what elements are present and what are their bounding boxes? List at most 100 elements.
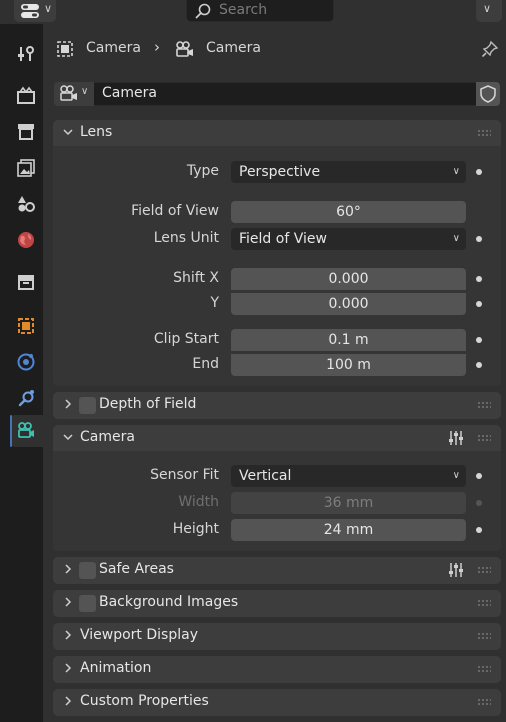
properties-editor-icon bbox=[21, 4, 39, 18]
tab-view-layer[interactable] bbox=[10, 152, 43, 184]
output-icon bbox=[18, 124, 34, 140]
chevron-right-icon bbox=[65, 696, 72, 706]
chevron-right-icon bbox=[65, 663, 72, 673]
safe-areas-checkbox[interactable] bbox=[79, 562, 96, 579]
scene-icon bbox=[18, 196, 35, 212]
animation-panel[interactable]: Animation bbox=[53, 656, 501, 683]
clip-start-field[interactable]: 0.1 m bbox=[231, 329, 466, 351]
world-icon bbox=[18, 232, 34, 248]
background-images-panel-header[interactable]: Background Images bbox=[53, 590, 501, 616]
sensor-fit-label: Sensor Fit bbox=[150, 467, 219, 483]
safe-areas-panel[interactable]: Safe Areas bbox=[53, 557, 501, 584]
tab-constraints[interactable] bbox=[10, 382, 43, 414]
animation-panel-header[interactable]: Animation bbox=[53, 656, 501, 682]
clip-start-label: Clip Start bbox=[153, 331, 219, 347]
datablock-browse-button[interactable]: ∨ bbox=[54, 82, 94, 106]
panel-title: Custom Properties bbox=[80, 693, 209, 709]
panel-title: Background Images bbox=[99, 594, 239, 610]
chevron-down-icon: ∨ bbox=[452, 233, 460, 244]
keyframe-dot[interactable] bbox=[476, 301, 482, 307]
drag-handle-icon[interactable] bbox=[477, 632, 491, 640]
chevron-right-icon bbox=[65, 597, 72, 607]
keyframe-dot bbox=[476, 500, 482, 506]
custom-properties-panel-header[interactable]: Custom Properties bbox=[53, 689, 501, 715]
breadcrumb-data: Camera bbox=[206, 40, 261, 56]
datablock-name-field[interactable]: Camera bbox=[94, 82, 476, 106]
keyframe-dot[interactable] bbox=[476, 236, 482, 242]
dof-panel[interactable]: Depth of Field bbox=[53, 392, 501, 419]
tab-scene[interactable] bbox=[10, 188, 43, 220]
clip-end-label: End bbox=[192, 356, 219, 372]
properties-tab-strip bbox=[0, 24, 43, 722]
shift-x-label: Shift X bbox=[173, 270, 219, 286]
chevron-right-icon: › bbox=[154, 38, 160, 56]
drag-handle-icon[interactable] bbox=[477, 665, 491, 673]
tab-tool[interactable] bbox=[10, 38, 43, 70]
chevron-down-icon: ∨ bbox=[483, 2, 492, 15]
render-icon bbox=[17, 86, 35, 104]
shield-icon bbox=[480, 85, 496, 103]
drag-handle-icon[interactable] bbox=[477, 401, 491, 409]
search-input[interactable]: Search bbox=[186, 0, 334, 22]
shift-y-field[interactable]: 0.000 bbox=[231, 293, 466, 315]
lens-unit-dropdown[interactable]: Field of View ∨ bbox=[231, 228, 466, 250]
camera-data-icon bbox=[60, 85, 77, 101]
pin-icon[interactable] bbox=[481, 40, 499, 58]
sensor-width-label: Width bbox=[178, 494, 219, 510]
chevron-right-icon bbox=[65, 564, 72, 574]
tab-render[interactable] bbox=[10, 80, 43, 112]
fake-user-button[interactable] bbox=[476, 82, 500, 106]
custom-properties-panel[interactable]: Custom Properties bbox=[53, 689, 501, 716]
presets-icon[interactable] bbox=[447, 562, 465, 578]
panel-title: Depth of Field bbox=[99, 396, 197, 412]
sensor-width-field: 36 mm bbox=[231, 492, 466, 514]
keyframe-dot[interactable] bbox=[476, 473, 482, 479]
tab-collection[interactable] bbox=[10, 266, 43, 298]
drag-handle-icon[interactable] bbox=[477, 599, 491, 607]
chevron-right-icon bbox=[65, 630, 72, 640]
background-images-checkbox[interactable] bbox=[79, 595, 96, 612]
drag-handle-icon[interactable] bbox=[477, 698, 491, 706]
keyframe-dot[interactable] bbox=[476, 276, 482, 282]
options-dropdown-button[interactable]: ∨ bbox=[476, 0, 502, 22]
background-images-panel[interactable]: Background Images bbox=[53, 590, 501, 617]
shift-y-label: Y bbox=[210, 295, 219, 311]
sensor-fit-dropdown[interactable]: Vertical ∨ bbox=[231, 465, 466, 487]
panel-title: Viewport Display bbox=[80, 627, 198, 643]
fov-label: Field of View bbox=[131, 203, 219, 219]
dof-checkbox[interactable] bbox=[79, 397, 96, 414]
camera-panel-header[interactable]: Camera bbox=[53, 425, 501, 451]
editor-type-button[interactable]: ∨ bbox=[14, 0, 56, 22]
shift-x-field[interactable]: 0.000 bbox=[231, 268, 466, 290]
keyframe-dot[interactable] bbox=[476, 527, 482, 533]
lens-panel-header[interactable]: Lens bbox=[53, 120, 501, 146]
tab-object[interactable] bbox=[10, 310, 43, 342]
chevron-down-icon: ∨ bbox=[81, 86, 89, 97]
clip-end-field[interactable]: 100 m bbox=[231, 354, 466, 376]
drag-handle-icon[interactable] bbox=[477, 129, 491, 137]
tab-output[interactable] bbox=[10, 116, 43, 148]
keyframe-dot[interactable] bbox=[476, 337, 482, 343]
keyframe-dot[interactable] bbox=[476, 362, 482, 368]
chevron-down-icon: ∨ bbox=[452, 470, 460, 481]
keyframe-dot[interactable] bbox=[476, 169, 482, 175]
tab-camera-data[interactable] bbox=[10, 415, 43, 447]
drag-handle-icon[interactable] bbox=[477, 434, 491, 442]
lens-unit-label: Lens Unit bbox=[153, 230, 219, 246]
dof-panel-header[interactable]: Depth of Field bbox=[53, 392, 501, 418]
safe-areas-panel-header[interactable]: Safe Areas bbox=[53, 557, 501, 583]
tool-icon bbox=[18, 46, 34, 61]
presets-icon[interactable] bbox=[447, 430, 465, 446]
type-label: Type bbox=[186, 163, 219, 179]
fov-field[interactable]: 60° bbox=[231, 201, 466, 223]
viewport-display-panel-header[interactable]: Viewport Display bbox=[53, 623, 501, 649]
tab-world[interactable] bbox=[10, 224, 43, 256]
collection-icon bbox=[18, 275, 34, 290]
chevron-down-icon: ∨ bbox=[44, 2, 53, 15]
sensor-height-field[interactable]: 24 mm bbox=[231, 519, 466, 541]
tab-physics[interactable] bbox=[10, 346, 43, 378]
lens-type-dropdown[interactable]: Perspective ∨ bbox=[231, 161, 466, 183]
drag-handle-icon[interactable] bbox=[477, 566, 491, 574]
panel-title: Safe Areas bbox=[99, 561, 174, 577]
viewport-display-panel[interactable]: Viewport Display bbox=[53, 623, 501, 650]
